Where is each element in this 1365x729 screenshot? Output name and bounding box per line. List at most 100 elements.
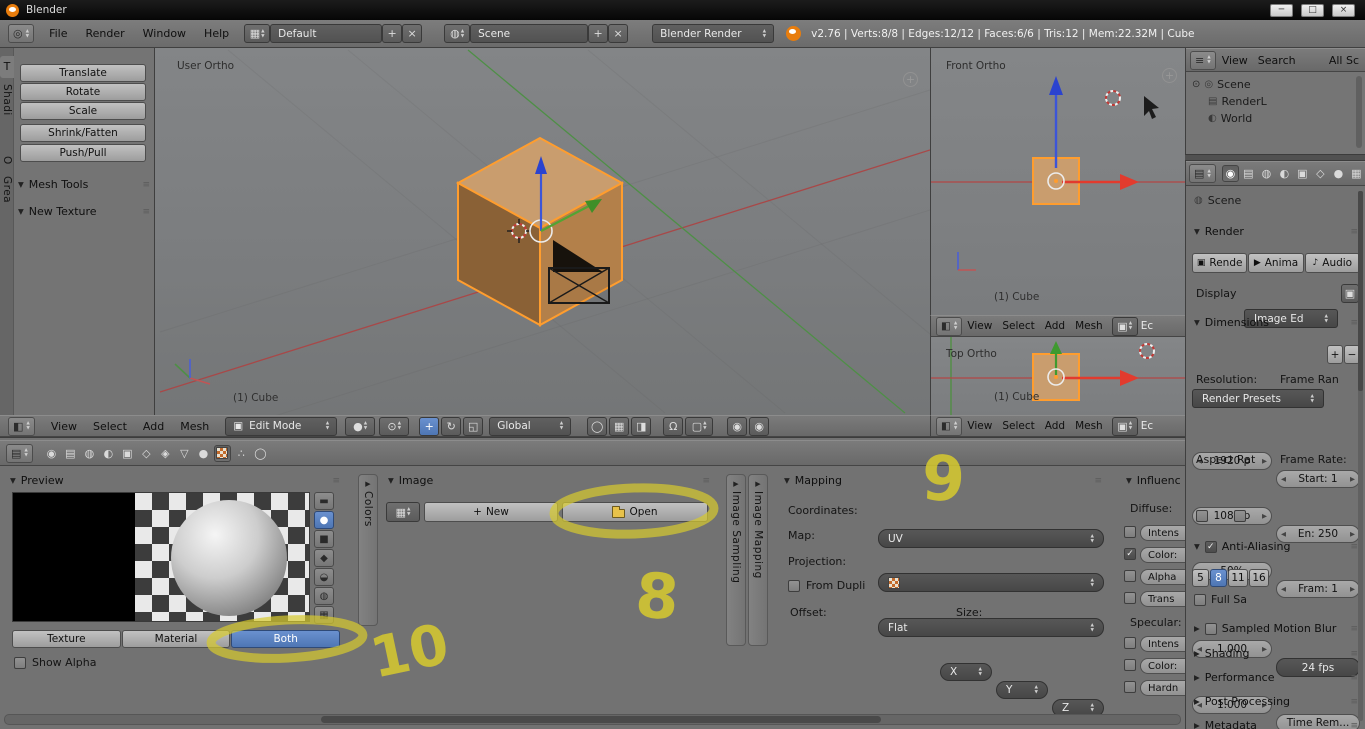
menu-view[interactable]: View [962,420,997,432]
render-still-button[interactable]: ▣Rende [1192,253,1247,273]
tab-render-layers[interactable]: ▤ [1240,165,1257,182]
menu-mesh[interactable]: Mesh [172,420,217,433]
spec-intensity-checkbox[interactable] [1124,637,1136,649]
preview-texture-button[interactable]: Texture [12,630,121,648]
image-sampling-panel-collapsed[interactable]: ▶ Image Sampling [726,474,746,646]
screen-layout-field[interactable]: Default [270,24,382,43]
tab-shading-uvs[interactable]: Shadi [1,84,13,116]
maximize-button[interactable]: □ [1301,4,1324,17]
viewport-3d-main[interactable]: User Ortho (1) Cube + [155,48,930,415]
scale-button[interactable]: Scale [20,102,146,120]
menu-file[interactable]: File [40,27,76,40]
new-texture-panel-header[interactable]: ▼New Texture≡ [18,205,150,218]
browse-scene-button[interactable]: ◍ [444,24,470,43]
specular-color-slider[interactable]: Color: [1140,658,1185,674]
tab-scene[interactable]: ◍ [81,445,98,462]
menu-add[interactable]: Add [1040,420,1070,432]
shading-panel-header[interactable]: ▶Shading≡ [1194,647,1358,660]
menu-mesh[interactable]: Mesh [1070,420,1108,432]
preview-world-icon[interactable]: ◍ [314,587,334,605]
dimensions-panel-header[interactable]: ▼Dimensions≡ [1194,316,1358,329]
expand-toggle-icon[interactable]: ⊙ [1192,79,1200,90]
outliner-row-scene[interactable]: ⊙ ◎ Scene [1192,78,1251,91]
specular-intensity-slider[interactable]: Intens [1140,636,1185,652]
tab-object[interactable]: ▣ [1294,165,1311,182]
preview-material-button[interactable]: Material [122,630,231,648]
colors-panel-collapsed[interactable]: ▶ Colors [358,474,378,626]
properties-scrollbar[interactable] [1358,191,1363,721]
anti-aliasing-panel-header[interactable]: ▼Anti-Aliasing≡ [1194,540,1358,553]
projection-dropdown[interactable]: Flat [878,618,1104,637]
blender-splash-icon[interactable] [786,26,801,41]
frame-step-field[interactable]: ◀Fram: 1▶ [1276,580,1360,598]
panel-drag-dots-icon[interactable]: ≡ [1350,649,1358,659]
tab-material[interactable]: ● [1330,165,1347,182]
preview-material-icon[interactable]: ▦ [314,606,334,624]
editor-type-properties-button[interactable]: ▤ [1189,164,1216,183]
diffuse-color-slider[interactable]: Color: [1140,547,1185,563]
vertex-select-icon[interactable]: ▦ [609,417,629,436]
menu-view[interactable]: View [962,320,997,332]
pivot-center-dropdown[interactable]: ⊙ [379,417,409,436]
aa-samples-11-button[interactable]: 11 [1228,569,1248,587]
menu-mesh[interactable]: Mesh [1070,320,1108,332]
diffuse-translucency-slider[interactable]: Trans [1140,591,1185,607]
specular-hardness-slider[interactable]: Hardn [1140,680,1185,696]
viewport-front[interactable]: Front Ortho (1) Cube + [930,48,1185,315]
area-splitter[interactable] [1185,154,1365,161]
tab-render-layers[interactable]: ▤ [62,445,79,462]
face-select-icon[interactable]: ◨ [631,417,651,436]
preview-lamp-icon[interactable]: ◒ [314,568,334,586]
panel-drag-dots-icon[interactable]: ≡ [142,207,150,217]
lock-interface-icon[interactable]: ▣ [1341,284,1359,303]
from-dupli-checkbox[interactable] [788,580,800,592]
tab-grease-pencil[interactable]: Grea [1,176,13,203]
mode-label-clipped[interactable]: Ec [1141,420,1153,432]
manipulator-rotate-icon[interactable]: ↻ [441,417,461,436]
translucency-checkbox[interactable] [1124,592,1136,604]
menu-select[interactable]: Select [997,320,1039,332]
tab-render[interactable]: ◉ [1222,165,1239,182]
alpha-checkbox[interactable] [1124,570,1136,582]
tab-scene[interactable]: ◍ [1258,165,1275,182]
coordinates-dropdown[interactable]: UV [878,529,1104,548]
frame-start-field[interactable]: ◀Start: 1▶ [1276,470,1360,488]
mode-dropdown[interactable]: ▣Edit Mode [225,417,337,436]
delete-scene-button[interactable]: × [608,24,628,43]
color-checkbox[interactable] [1124,548,1136,560]
horizontal-scrollbar-thumb[interactable] [321,716,881,723]
preview-cube-icon[interactable]: ■ [314,530,334,548]
menu-add[interactable]: Add [1040,320,1070,332]
outliner-row-renderlayers[interactable]: ▤ RenderL [1208,95,1267,108]
axis-x-dropdown[interactable]: X [940,663,992,681]
manipulator-translate-icon[interactable]: + [419,417,439,436]
preview-flat-icon[interactable]: ▬ [314,492,334,510]
browse-image-button[interactable]: ▦ [386,502,420,522]
tab-material[interactable]: ● [195,445,212,462]
editor-type-properties-button[interactable]: ▤ [6,444,33,463]
tab-modifiers[interactable]: ◈ [157,445,174,462]
tab-constraints[interactable]: ◇ [1312,165,1329,182]
tab-physics[interactable]: ◯ [252,445,269,462]
panel-drag-dots-icon[interactable]: ≡ [1350,227,1358,237]
panel-drag-dots-icon[interactable]: ≡ [332,476,340,486]
outliner-display-filter-dropdown[interactable]: All Sc [1327,54,1361,67]
performance-panel-header[interactable]: ▶Performance≡ [1194,671,1358,684]
menu-help[interactable]: Help [195,27,238,40]
menu-add[interactable]: Add [135,420,172,433]
editor-type-3dview-button[interactable]: ◧ [936,317,962,336]
intensity-checkbox[interactable] [1124,526,1136,538]
panel-drag-dots-icon[interactable]: ≡ [142,180,150,190]
close-button[interactable]: × [1332,4,1355,17]
full-sample-checkbox[interactable] [1194,594,1206,606]
shrink-fatten-button[interactable]: Shrink/Fatten [20,124,146,142]
render-engine-dropdown[interactable]: Blender Render [652,24,774,43]
diffuse-alpha-slider[interactable]: Alpha [1140,569,1185,585]
delete-screen-layout-button[interactable]: × [402,24,422,43]
render-panel-header[interactable]: ▼Render≡ [1194,225,1358,238]
push-pull-button[interactable]: Push/Pull [20,144,146,162]
panel-drag-dots-icon[interactable]: ≡ [1094,476,1102,486]
panel-drag-dots-icon[interactable]: ≡ [1350,542,1358,552]
browse-screen-layout-button[interactable]: ▦ [244,24,270,43]
outliner-view-menu[interactable]: View [1216,54,1254,67]
